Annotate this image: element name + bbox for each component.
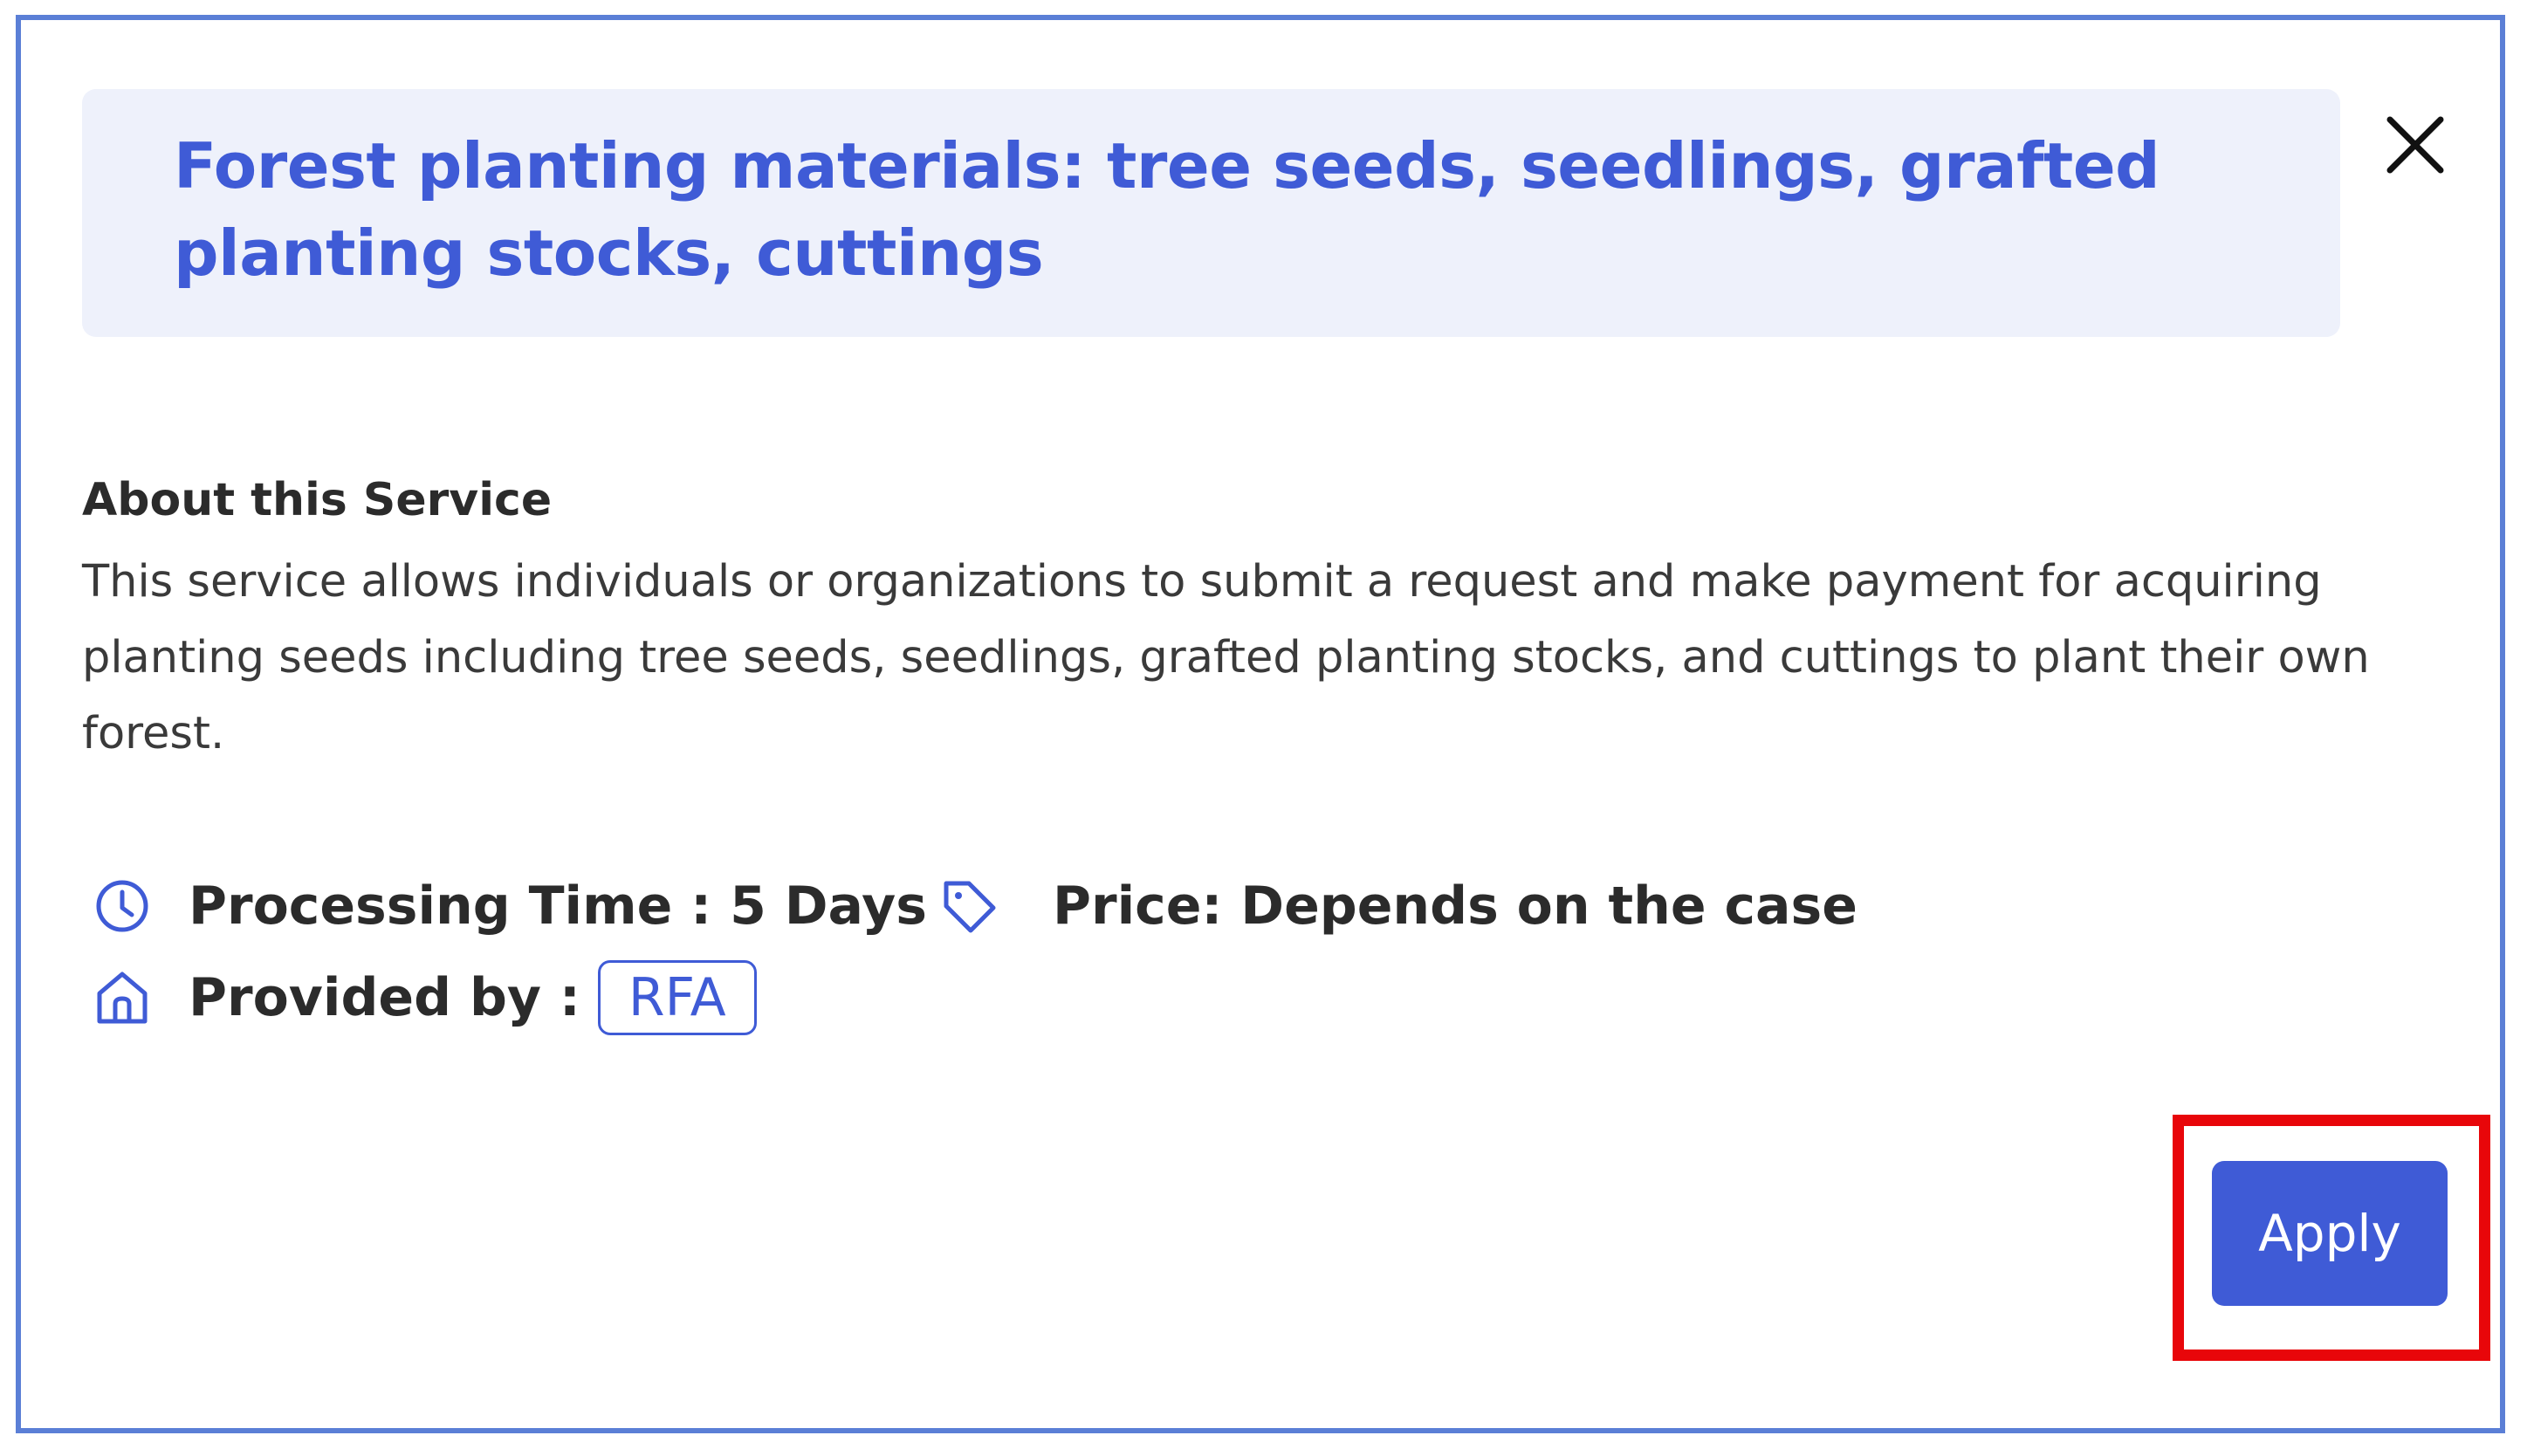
provider-chip[interactable]: RFA bbox=[597, 960, 757, 1035]
title-banner: Forest planting materials: tree seeds, s… bbox=[82, 89, 2340, 337]
clock-icon bbox=[91, 875, 154, 937]
tag-icon bbox=[937, 875, 1000, 937]
price-row: Price: Depends on the case bbox=[937, 871, 1857, 941]
provided-by-row: Provided by : RFA bbox=[91, 958, 757, 1037]
processing-time-text: Processing Time : 5 Days bbox=[189, 876, 927, 937]
close-button[interactable] bbox=[2373, 103, 2457, 187]
home-icon bbox=[91, 966, 154, 1029]
provided-by-label: Provided by : bbox=[189, 967, 580, 1028]
processing-time-row: Processing Time : 5 Days bbox=[91, 871, 927, 941]
about-heading: About this Service bbox=[82, 474, 553, 526]
close-icon bbox=[2386, 116, 2444, 174]
service-dialog: Forest planting materials: tree seeds, s… bbox=[16, 15, 2505, 1433]
apply-button[interactable]: Apply bbox=[2212, 1161, 2448, 1306]
about-description: This service allows individuals or organ… bbox=[82, 556, 2370, 759]
dialog-title: Forest planting materials: tree seeds, s… bbox=[174, 129, 2160, 290]
price-text: Price: Depends on the case bbox=[1053, 876, 1857, 937]
